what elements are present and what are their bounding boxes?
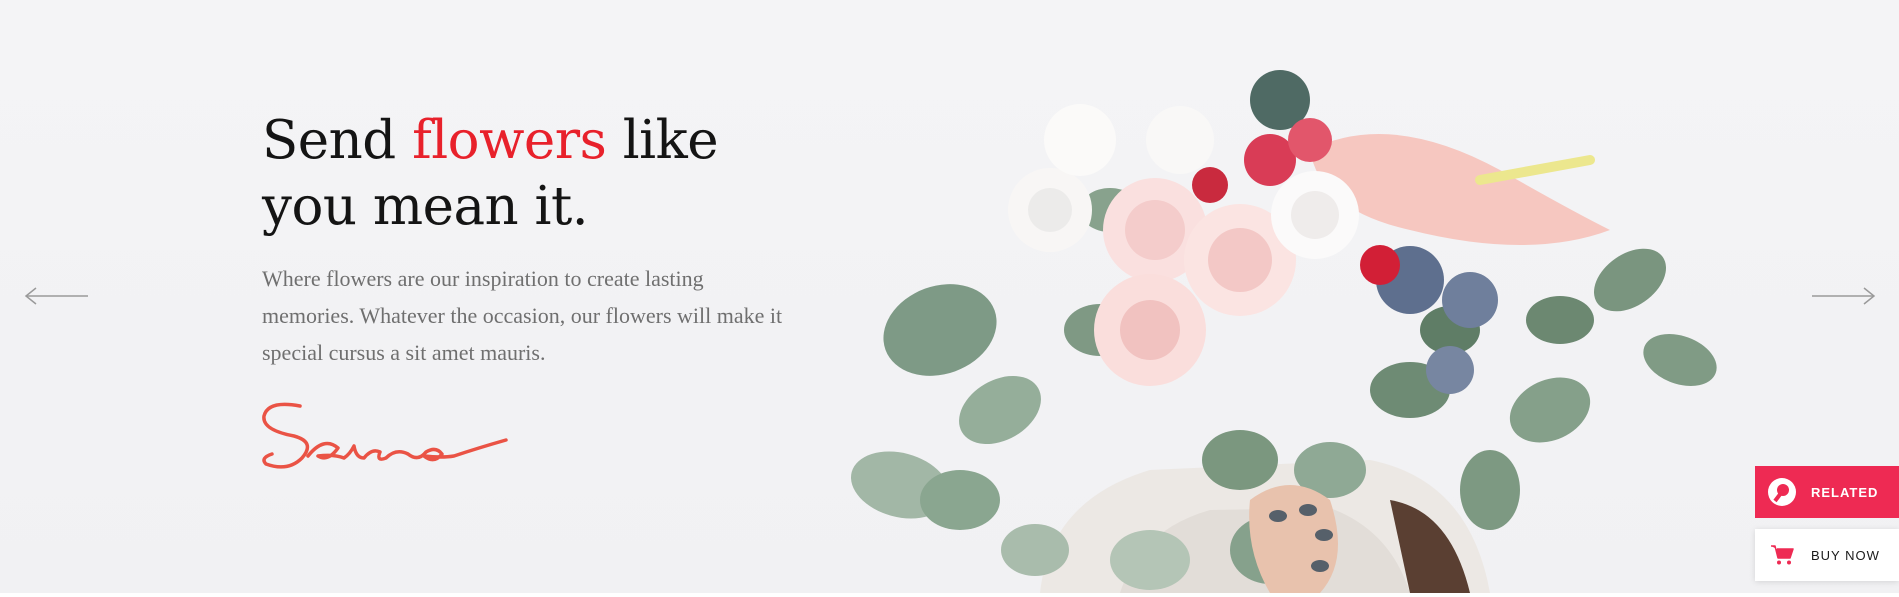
related-button[interactable]: RELATED (1755, 466, 1899, 518)
related-logo-icon (1767, 477, 1797, 507)
headline-line2: you mean it. (262, 176, 589, 237)
bouquet-image (850, 70, 1717, 593)
cart-icon (1767, 540, 1797, 570)
headline-part1: Send (262, 110, 413, 171)
buy-now-label: BUY NOW (1811, 547, 1880, 563)
arrow-left-icon (24, 287, 88, 305)
buy-now-button[interactable]: BUY NOW (1755, 529, 1899, 581)
prev-slide-button[interactable] (22, 284, 92, 308)
signature-sara (262, 402, 508, 469)
related-label: RELATED (1811, 484, 1879, 500)
next-slide-button[interactable] (1808, 284, 1878, 308)
headline-part2: like (606, 110, 719, 171)
arrow-right-icon (1812, 287, 1876, 305)
headline-accent: flowers (412, 110, 607, 171)
hero-headline: Send flowers like you mean it. (262, 108, 822, 240)
hero-slider: Send flowers like you mean it. Where flo… (0, 0, 1899, 593)
hero-subtext: Where flowers are our inspiration to cre… (262, 266, 783, 365)
